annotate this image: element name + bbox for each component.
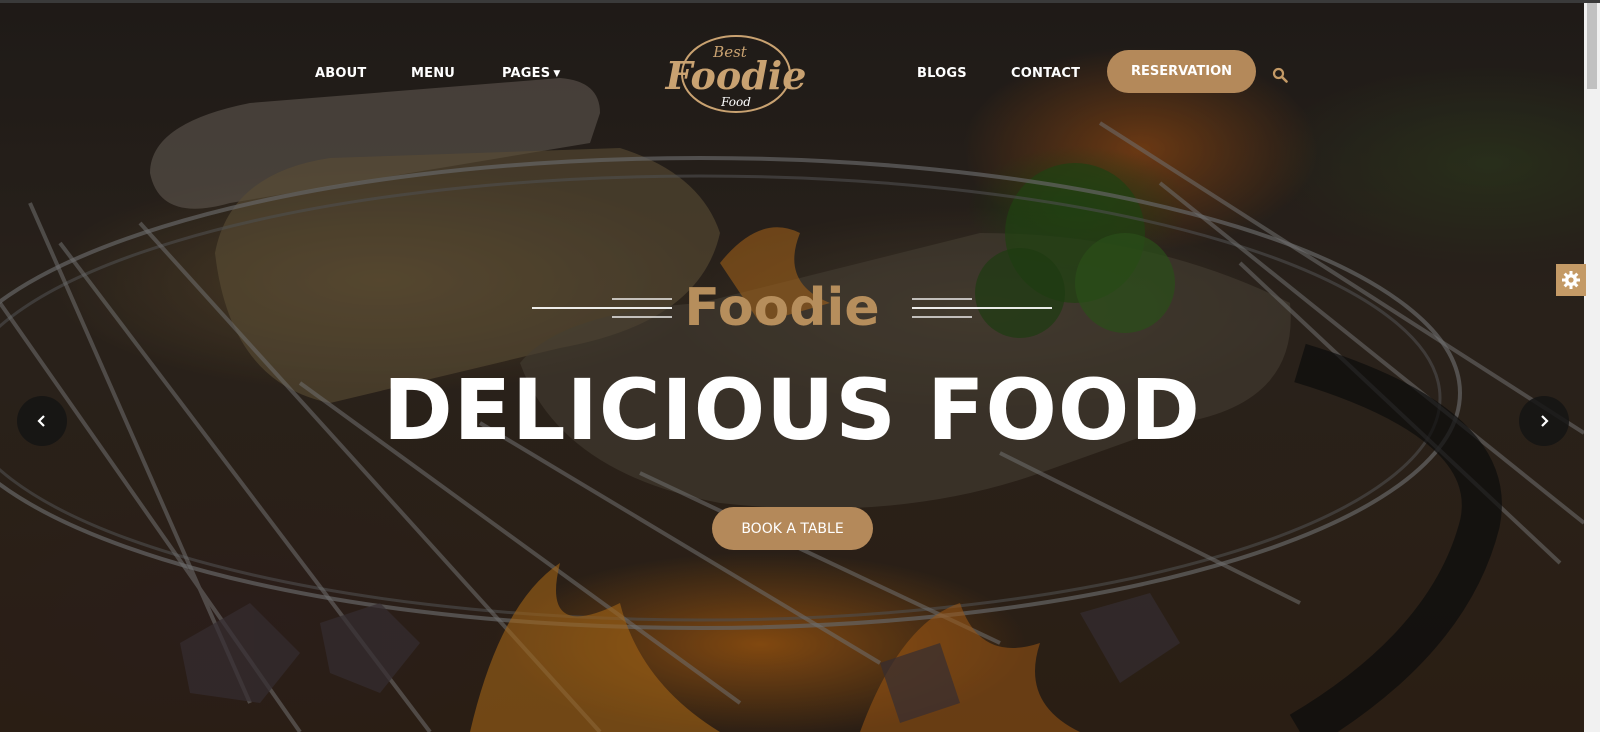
- right-decorative-lines: [911, 298, 1052, 318]
- hero-headline: DELICIOUS FOOD: [382, 361, 1202, 459]
- logo-emblem: Best Foodie Food: [665, 35, 807, 113]
- logo-bottom-text: Food: [720, 95, 751, 109]
- nav-link-pages[interactable]: PAGES ▼: [502, 66, 560, 81]
- slider-next-button[interactable]: [1519, 396, 1569, 446]
- search-icon[interactable]: [1272, 67, 1288, 83]
- nav-link-blogs[interactable]: BLOGS: [917, 66, 967, 81]
- vertical-scrollbar[interactable]: [1584, 3, 1600, 732]
- logo-main-text: Foodie: [665, 53, 807, 98]
- chevron-down-icon: ▼: [553, 69, 561, 79]
- hero-slider: ABOUT MENU PAGES ▼ Best Foodie Food BLOGS…: [0, 3, 1584, 732]
- chevron-left-icon: [37, 415, 45, 427]
- window-top-border: [0, 0, 1600, 3]
- hero-subtitle: Foodie: [684, 278, 880, 338]
- book-a-table-button[interactable]: BOOK A TABLE: [712, 507, 873, 550]
- page: ABOUT MENU PAGES ▼ Best Foodie Food BLOGS…: [0, 0, 1600, 732]
- chevron-right-icon: [1541, 415, 1549, 427]
- hero-subtitle-row: Foodie: [0, 273, 1584, 343]
- scrollbar-thumb[interactable]: [1587, 3, 1597, 89]
- left-decorative-lines: [532, 298, 673, 318]
- nav-link-contact[interactable]: CONTACT: [1011, 66, 1080, 81]
- settings-toggle-button[interactable]: [1556, 264, 1586, 296]
- gear-icon: [1562, 271, 1580, 289]
- nav-link-about[interactable]: ABOUT: [315, 66, 366, 81]
- slider-prev-button[interactable]: [17, 396, 67, 446]
- reservation-button[interactable]: RESERVATION: [1107, 50, 1256, 93]
- site-logo[interactable]: Best Foodie Food: [658, 31, 814, 117]
- nav-link-pages-label: PAGES: [502, 66, 551, 81]
- nav-link-menu[interactable]: MENU: [411, 66, 455, 81]
- main-navigation: ABOUT MENU PAGES ▼ Best Foodie Food BLOGS…: [0, 3, 1584, 143]
